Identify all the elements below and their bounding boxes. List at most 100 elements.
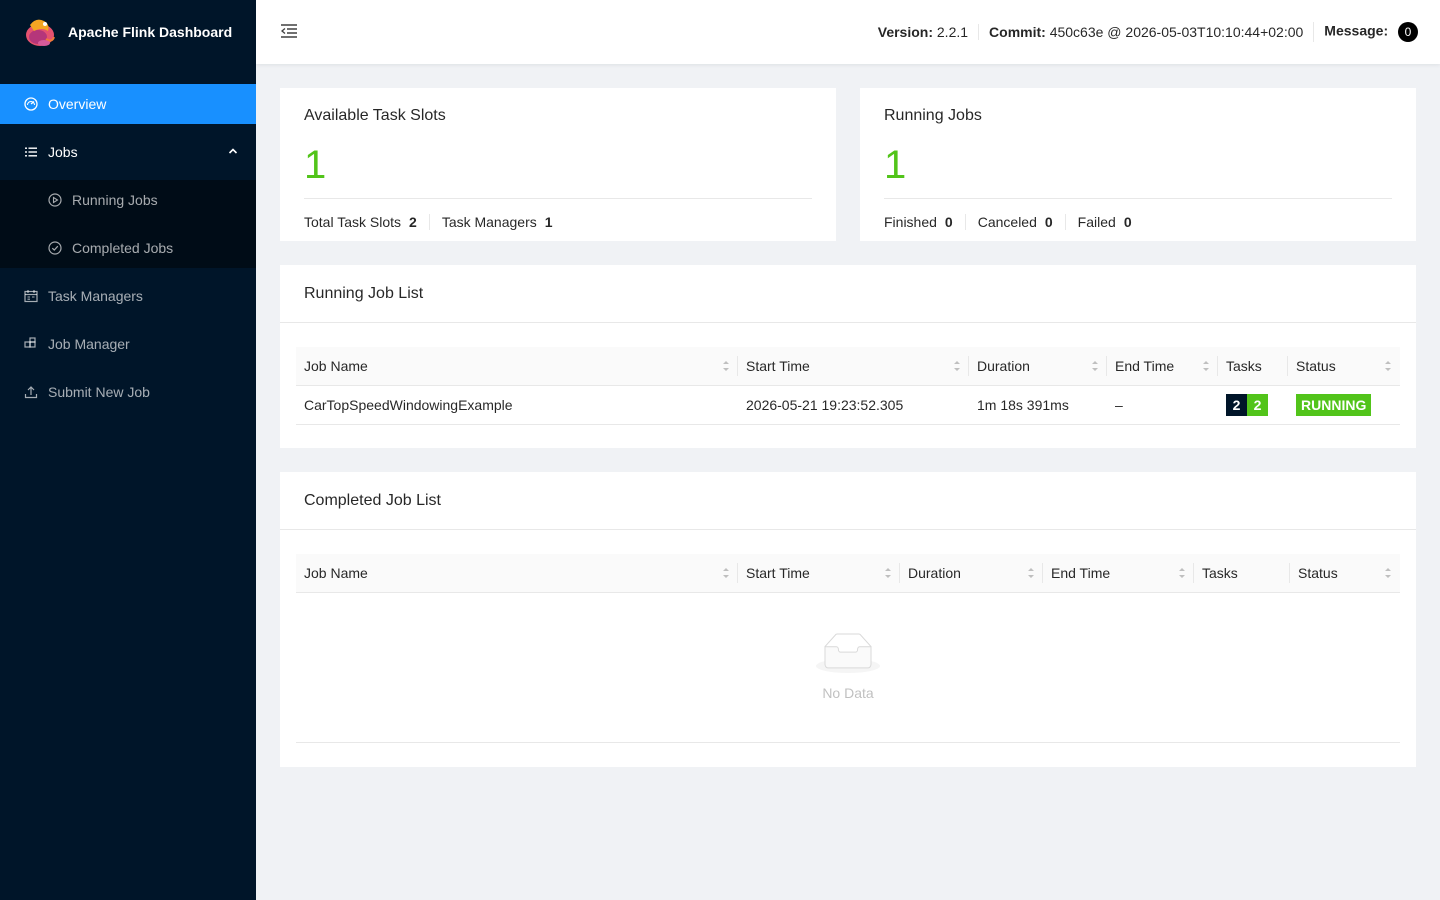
total-task-slots: Total Task Slots 2 bbox=[304, 214, 430, 230]
table-row[interactable]: CarTopSpeedWindowingExample 2026-05-21 1… bbox=[296, 385, 1400, 425]
running-jobs-title: Running Jobs bbox=[884, 107, 982, 124]
canceled-count: Canceled 0 bbox=[978, 214, 1066, 230]
header: Version: 2.2.1 Commit: 450c63e @ 2026-05… bbox=[256, 0, 1440, 64]
task-count-badge: 2 2 bbox=[1226, 393, 1268, 416]
commit-label: Commit: bbox=[989, 24, 1046, 40]
sidebar-item-running-jobs[interactable]: Running Jobs bbox=[0, 180, 256, 220]
task-slots-footer: Total Task Slots 2 Task Managers 1 bbox=[304, 214, 577, 230]
running-job-table: Job Name Start Time Duration End Time Ta… bbox=[296, 347, 1400, 425]
start-time-cell: 2026-05-21 19:23:52.305 bbox=[738, 385, 969, 425]
column-header-tasks: Tasks bbox=[1218, 347, 1288, 386]
sort-icon[interactable] bbox=[1178, 566, 1186, 580]
upload-icon bbox=[24, 385, 38, 399]
sidebar-item-label: Task Managers bbox=[48, 288, 143, 304]
jobs-submenu: Running Jobs Completed Jobs bbox=[0, 180, 256, 268]
message-info[interactable]: Message: 0 bbox=[1313, 22, 1428, 42]
sort-icon[interactable] bbox=[722, 566, 730, 580]
schedule-icon bbox=[24, 289, 38, 303]
sidebar-item-task-managers[interactable]: Task Managers bbox=[0, 276, 256, 316]
column-header-status[interactable]: Status bbox=[1290, 554, 1400, 593]
finished-count: Finished 0 bbox=[884, 214, 966, 230]
message-count-badge[interactable]: 0 bbox=[1398, 22, 1418, 42]
column-header-start-time[interactable]: Start Time bbox=[738, 554, 900, 593]
completed-job-list-title: Completed Job List bbox=[280, 472, 1416, 530]
commit-info: Commit: 450c63e @ 2026-05-03T10:10:44+02… bbox=[978, 24, 1313, 40]
status-cell: RUNNING bbox=[1288, 385, 1400, 425]
failed-count: Failed 0 bbox=[1077, 214, 1132, 230]
sidebar-item-overview[interactable]: Overview bbox=[0, 84, 256, 124]
task-slots-card: Available Task Slots 1 Total Task Slots 2… bbox=[280, 88, 836, 241]
dashboard-icon bbox=[24, 97, 38, 111]
column-header-status[interactable]: Status bbox=[1288, 347, 1400, 386]
job-name-cell[interactable]: CarTopSpeedWindowingExample bbox=[296, 385, 738, 425]
divider bbox=[884, 198, 1392, 199]
build-icon bbox=[24, 337, 38, 351]
sidebar-item-label: Job Manager bbox=[48, 336, 130, 352]
tasks-running: 2 bbox=[1247, 393, 1268, 416]
sidebar-item-label: Submit New Job bbox=[48, 384, 150, 400]
sort-icon[interactable] bbox=[1202, 359, 1210, 373]
sidebar: Apache Flink Dashboard Overview Jobs Run… bbox=[0, 0, 256, 900]
duration-cell: 1m 18s 391ms bbox=[969, 385, 1107, 425]
commit-value: 450c63e @ 2026-05-03T10:10:44+02:00 bbox=[1049, 24, 1304, 40]
task-slots-title: Available Task Slots bbox=[304, 107, 446, 124]
header-info: Version: 2.2.1 Commit: 450c63e @ 2026-05… bbox=[868, 0, 1428, 64]
completed-job-table-wrap: Job Name Start Time Duration End Time Ta… bbox=[280, 530, 1416, 743]
completed-job-table: Job Name Start Time Duration End Time Ta… bbox=[296, 554, 1400, 593]
task-managers-count: Task Managers 1 bbox=[441, 214, 553, 230]
sort-icon[interactable] bbox=[1027, 566, 1035, 580]
version-label: Version: bbox=[877, 24, 933, 40]
column-header-end-time[interactable]: End Time bbox=[1107, 347, 1218, 386]
sidebar-item-submit-new-job[interactable]: Submit New Job bbox=[0, 372, 256, 412]
column-header-tasks: Tasks bbox=[1194, 554, 1290, 593]
menu-fold-icon[interactable] bbox=[280, 22, 298, 40]
sidebar-item-job-manager[interactable]: Job Manager bbox=[0, 324, 256, 364]
running-jobs-footer: Finished 0 Canceled 0 Failed 0 bbox=[884, 214, 1156, 230]
sidebar-menu: Overview Jobs Running Jobs Completed Job… bbox=[0, 84, 256, 412]
completed-job-list-card: Completed Job List Job Name Start Time D… bbox=[280, 472, 1416, 767]
sort-icon[interactable] bbox=[1384, 359, 1392, 373]
sidebar-item-label: Completed Jobs bbox=[72, 240, 174, 256]
column-header-end-time[interactable]: End Time bbox=[1043, 554, 1194, 593]
tasks-total: 2 bbox=[1226, 393, 1247, 416]
app-title: Apache Flink Dashboard bbox=[68, 24, 233, 40]
flink-logo-icon bbox=[26, 19, 55, 46]
tasks-cell: 2 2 bbox=[1218, 385, 1288, 425]
column-header-job-name[interactable]: Job Name bbox=[296, 554, 738, 593]
chevron-up-icon bbox=[228, 148, 238, 154]
column-header-start-time[interactable]: Start Time bbox=[738, 347, 969, 386]
sort-icon[interactable] bbox=[953, 359, 961, 373]
running-job-list-card: Running Job List Job Name Start Time Dur… bbox=[280, 265, 1416, 448]
divider bbox=[304, 198, 812, 199]
sort-icon[interactable] bbox=[722, 359, 730, 373]
table-header-row: Job Name Start Time Duration End Time Ta… bbox=[296, 347, 1400, 386]
sidebar-item-label: Overview bbox=[48, 96, 107, 112]
task-slots-value: 1 bbox=[304, 143, 327, 187]
message-label: Message: bbox=[1324, 22, 1389, 39]
column-header-duration[interactable]: Duration bbox=[900, 554, 1043, 593]
running-jobs-card: Running Jobs 1 Finished 0 Canceled 0 Faile… bbox=[860, 88, 1416, 241]
running-job-table-wrap: Job Name Start Time Duration End Time Ta… bbox=[280, 323, 1416, 425]
sort-icon[interactable] bbox=[1384, 566, 1392, 580]
list-icon bbox=[24, 145, 38, 159]
sort-icon[interactable] bbox=[1091, 359, 1099, 373]
column-header-job-name[interactable]: Job Name bbox=[296, 347, 738, 386]
sidebar-item-jobs[interactable]: Jobs bbox=[0, 132, 256, 172]
version-info: Version: 2.2.1 bbox=[868, 24, 978, 40]
version-value: 2.2.1 bbox=[936, 24, 969, 40]
inbox-empty-icon bbox=[816, 633, 880, 673]
end-time-cell: – bbox=[1107, 385, 1218, 425]
column-header-duration[interactable]: Duration bbox=[969, 347, 1107, 386]
logo[interactable]: Apache Flink Dashboard bbox=[0, 0, 256, 64]
table-header-row: Job Name Start Time Duration End Time Ta… bbox=[296, 554, 1400, 593]
check-circle-icon bbox=[48, 241, 62, 255]
status-badge: RUNNING bbox=[1296, 393, 1372, 416]
empty-text: No Data bbox=[822, 684, 874, 701]
sidebar-item-label: Jobs bbox=[48, 144, 78, 160]
sidebar-item-label: Running Jobs bbox=[72, 192, 158, 208]
sidebar-item-completed-jobs[interactable]: Completed Jobs bbox=[0, 228, 256, 268]
sort-icon[interactable] bbox=[884, 566, 892, 580]
empty-state: No Data bbox=[296, 593, 1400, 743]
running-jobs-value: 1 bbox=[884, 143, 907, 187]
running-job-list-title: Running Job List bbox=[280, 265, 1416, 323]
